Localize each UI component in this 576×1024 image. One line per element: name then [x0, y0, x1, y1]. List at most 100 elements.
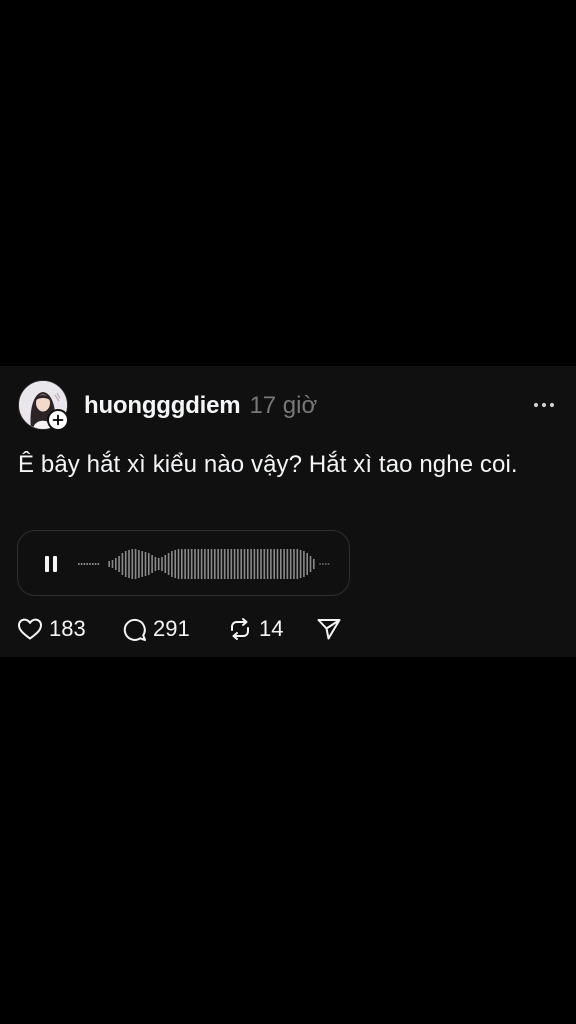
waveform-bar — [273, 549, 275, 579]
waveform-bar — [299, 550, 302, 578]
post-caption: Ê bây hắt xì kiểu nào vậy? Hắt xì tao ng… — [18, 451, 518, 478]
pause-button[interactable] — [38, 551, 64, 577]
waveform-bar — [78, 563, 80, 565]
waveform-bar — [161, 557, 163, 571]
waveform-bar — [260, 549, 262, 579]
waveform-bar — [197, 549, 200, 579]
waveform-bar — [306, 553, 308, 575]
comment-bubble-icon — [123, 618, 146, 641]
waveform-bar — [115, 558, 117, 570]
post-time: 17 giờ — [249, 392, 318, 419]
waveform-bar — [280, 549, 282, 579]
waveform-bar — [233, 549, 236, 579]
waveform-bar — [144, 552, 147, 576]
waveform-bar — [121, 553, 124, 575]
waveform-bar — [187, 549, 190, 579]
waveform-bar — [167, 553, 170, 575]
waveform-bar — [138, 550, 140, 578]
waveform-bar — [111, 560, 114, 568]
waveform-bar — [171, 551, 173, 577]
waveform-bar — [324, 563, 327, 565]
waveform-bar — [124, 551, 127, 577]
more-horizontal-icon — [533, 402, 555, 408]
more-options-button[interactable] — [528, 394, 560, 416]
waveform-bar — [174, 550, 176, 578]
waveform-bar — [154, 557, 157, 571]
waveform-bar — [243, 549, 246, 579]
waveform-bar — [247, 549, 249, 579]
audio-waveform[interactable] — [76, 531, 338, 597]
waveform-bar — [210, 549, 213, 579]
waveform-bar — [253, 549, 256, 579]
waveform-bar — [270, 549, 272, 579]
waveform-bar — [296, 549, 299, 579]
waveform-bar — [220, 549, 223, 579]
waveform-bar — [250, 549, 252, 579]
waveform-bar — [313, 559, 315, 569]
waveform-bar — [148, 553, 150, 575]
waveform-bar — [237, 549, 239, 579]
waveform-bar — [230, 549, 233, 579]
reply-count: 291 — [153, 616, 190, 641]
waveform-bar — [89, 563, 91, 565]
waveform-bar — [190, 549, 193, 579]
waveform-bar — [276, 549, 279, 579]
send-icon — [317, 619, 341, 640]
waveform-bar — [194, 549, 196, 579]
waveform-bar — [151, 555, 153, 573]
waveform-bar — [164, 555, 167, 573]
like-button[interactable]: 183 — [17, 612, 86, 646]
share-button[interactable] — [316, 612, 342, 646]
repost-button[interactable]: 14 — [227, 612, 283, 646]
waveform-bar — [217, 549, 219, 579]
waveform-bar — [184, 549, 186, 579]
repost-icon — [231, 618, 249, 640]
waveform-bar — [177, 549, 180, 579]
waveform-bar — [289, 549, 292, 579]
waveform-bar — [141, 551, 143, 577]
waveform-bar — [94, 563, 97, 565]
pause-icon — [45, 556, 57, 572]
waveform-bar — [263, 549, 266, 579]
waveform-bar — [134, 549, 137, 579]
waveform-bar — [303, 551, 305, 577]
waveform-bar — [80, 563, 83, 565]
waveform-bar — [240, 549, 242, 579]
plus-icon — [52, 414, 64, 426]
voice-note-player[interactable] — [17, 530, 350, 596]
waveform-bar — [266, 549, 269, 579]
waveform-bar — [322, 563, 324, 565]
waveform-bar — [83, 563, 86, 565]
waveform-bar — [319, 563, 321, 565]
waveform-bar — [118, 556, 120, 572]
waveform-bar — [128, 550, 130, 578]
waveform-bar — [286, 549, 289, 579]
waveform-bar — [256, 549, 259, 579]
waveform-bar — [131, 549, 134, 579]
repost-count: 14 — [259, 616, 284, 641]
waveform-bar — [200, 549, 203, 579]
waveform-bar — [293, 549, 295, 579]
waveform-bar — [207, 549, 209, 579]
screen: huongggdiem 17 giờ Ê bây hắt xì kiểu nào… — [0, 0, 576, 1024]
waveform-bar — [86, 563, 88, 565]
waveform-bar — [204, 549, 206, 579]
waveform-bar — [108, 561, 110, 567]
follow-plus-badge[interactable] — [47, 409, 69, 431]
thread-post: huongggdiem 17 giờ Ê bây hắt xì kiểu nào… — [0, 366, 576, 657]
waveform-bar — [97, 563, 100, 565]
waveform-bar — [227, 549, 229, 579]
username[interactable]: huongggdiem — [84, 392, 241, 420]
waveform-bar — [92, 563, 94, 565]
waveform-bar — [157, 558, 160, 570]
waveform-bar — [309, 556, 312, 572]
waveform-bar — [214, 549, 216, 579]
waveform-bar — [327, 563, 330, 565]
action-bar: 183 291 14 — [0, 612, 576, 646]
author-avatar-container[interactable] — [18, 380, 69, 431]
waveform-bar — [181, 549, 183, 579]
reply-button[interactable]: 291 — [122, 612, 190, 646]
post-header: huongggdiem 17 giờ — [84, 392, 317, 422]
heart-icon — [18, 618, 42, 640]
like-count: 183 — [49, 616, 86, 641]
